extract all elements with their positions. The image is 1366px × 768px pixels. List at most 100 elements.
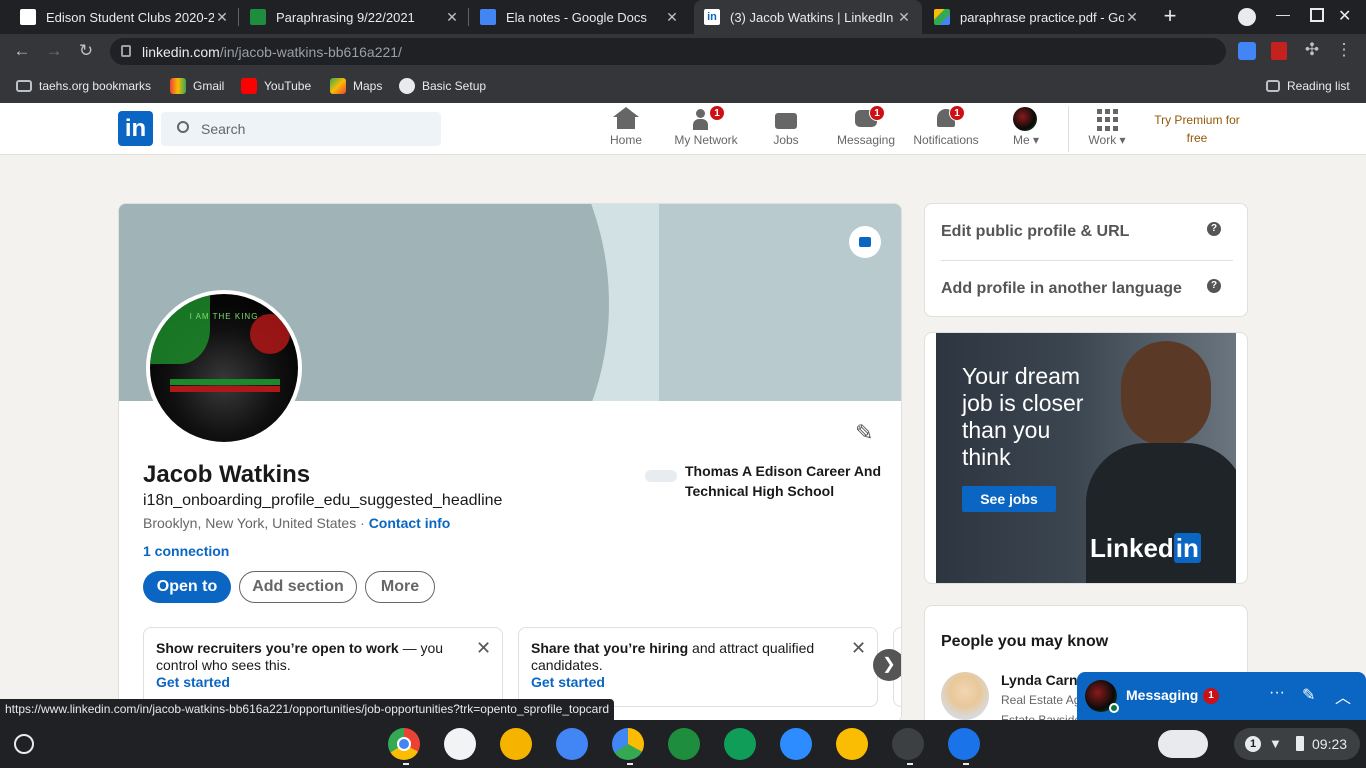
- tab-linkedin[interactable]: in (3) Jacob Watkins | LinkedIn ✕: [694, 0, 922, 34]
- nav-messaging[interactable]: 1 Messaging: [834, 103, 898, 155]
- clock: 09:23: [1312, 736, 1348, 752]
- running-indicator: [403, 763, 409, 765]
- sheets-app-icon[interactable]: [724, 728, 756, 760]
- tab-ela-notes[interactable]: Ela notes - Google Docs ✕: [470, 0, 690, 34]
- maximize-icon[interactable]: [1310, 8, 1324, 22]
- nav-me[interactable]: Me ▾: [1006, 103, 1046, 155]
- see-jobs-button[interactable]: See jobs: [962, 486, 1056, 512]
- tab-search-icon[interactable]: [1238, 8, 1256, 26]
- home-icon: [613, 107, 639, 131]
- terminal-app-icon[interactable]: [892, 728, 924, 760]
- launcher-icon[interactable]: [14, 734, 34, 754]
- online-status-dot: [1109, 703, 1119, 713]
- linkedin-favicon-icon: in: [704, 9, 720, 25]
- compose-icon[interactable]: ✎: [1302, 685, 1315, 705]
- close-window-icon[interactable]: ✕: [1338, 6, 1351, 26]
- bookmark-taehs[interactable]: taehs.org bookmarks: [16, 76, 151, 96]
- close-tab-icon[interactable]: ✕: [1124, 9, 1140, 26]
- profile-name: Jacob Watkins: [143, 461, 311, 488]
- add-section-button[interactable]: Add section: [239, 571, 357, 603]
- help-question-icon[interactable]: ?: [1207, 279, 1221, 293]
- url-text[interactable]: linkedin.com/in/jacob-watkins-bb616a221/: [142, 44, 402, 60]
- more-options-icon[interactable]: ···: [1269, 684, 1285, 702]
- open-to-work-card: Show recruiters you’re open to work — yo…: [143, 627, 503, 707]
- nav-notifications[interactable]: 1 Notifications: [908, 103, 984, 155]
- ad-image[interactable]: Your dream job is closer than you think See…: [936, 333, 1236, 583]
- messaging-overlay[interactable]: Messaging 1 ··· ✎ ︿: [1077, 672, 1366, 720]
- edit-banner-camera-icon[interactable]: [849, 226, 881, 258]
- drive-app-icon[interactable]: [612, 728, 644, 760]
- reading-list-icon: [1266, 80, 1280, 92]
- profile-location-row: Brooklyn, New York, United States · Cont…: [143, 515, 451, 531]
- bookmark-youtube[interactable]: YouTube: [241, 76, 311, 96]
- bookmark-gmail[interactable]: Gmail: [170, 76, 224, 96]
- close-tab-icon[interactable]: ✕: [214, 9, 230, 26]
- nav-home[interactable]: Home: [598, 103, 654, 155]
- docs-app-icon[interactable]: [556, 728, 588, 760]
- extension-app-icon[interactable]: [444, 728, 476, 760]
- maps-icon: [330, 78, 346, 94]
- edison-favicon-icon: [20, 9, 36, 25]
- youtube-icon: [241, 78, 257, 94]
- slides-app-icon[interactable]: [500, 728, 532, 760]
- network-badge: 1: [709, 105, 725, 121]
- add-language-profile-link[interactable]: Add profile in another language: [941, 280, 1182, 298]
- nav-my-network[interactable]: 1 My Network: [672, 103, 740, 155]
- get-started-link[interactable]: Get started: [156, 674, 230, 690]
- nav-work[interactable]: Work ▾: [1082, 103, 1132, 155]
- tab-paraphrasing[interactable]: Paraphrasing 9/22/2021 ✕: [240, 0, 470, 34]
- forward-arrow-icon[interactable]: →: [42, 41, 66, 61]
- zoom-app-icon[interactable]: [780, 728, 812, 760]
- translate-extension-icon[interactable]: [1238, 42, 1256, 60]
- tab-edison-clubs[interactable]: Edison Student Clubs 2020-20 ✕: [10, 0, 240, 34]
- get-started-link[interactable]: Get started: [531, 674, 605, 690]
- minimize-icon[interactable]: —: [1276, 6, 1296, 22]
- drive-favicon-icon: [934, 9, 950, 25]
- chrome-app-icon[interactable]: [388, 728, 420, 760]
- extensions-puzzle-icon[interactable]: ✣: [1300, 40, 1324, 60]
- linkedin-ad-logo: Linkedin: [1090, 533, 1201, 563]
- try-premium-link[interactable]: Try Premium for free: [1146, 111, 1248, 147]
- close-tab-icon[interactable]: ✕: [896, 9, 912, 26]
- contact-info-link[interactable]: Contact info: [369, 515, 451, 531]
- bookmark-maps[interactable]: Maps: [330, 76, 382, 96]
- carousel-next-icon[interactable]: ❯: [873, 649, 901, 681]
- reading-list-button[interactable]: Reading list: [1266, 76, 1350, 96]
- bell-icon: 1: [933, 105, 965, 131]
- reload-icon[interactable]: ↻: [74, 41, 98, 61]
- open-to-button[interactable]: Open to: [143, 571, 231, 603]
- chevron-up-icon[interactable]: ︿: [1335, 684, 1351, 708]
- battery-icon: [1296, 736, 1304, 751]
- back-arrow-icon[interactable]: ←: [10, 41, 34, 61]
- more-button[interactable]: More: [365, 571, 435, 603]
- chevron-down-icon: ▾: [1032, 133, 1040, 147]
- status-tray[interactable]: 1 ▼ 09:23: [1234, 728, 1360, 760]
- connections-link[interactable]: 1 connection: [143, 543, 229, 559]
- tote-holding-space[interactable]: [1158, 730, 1208, 758]
- dismiss-close-icon[interactable]: ✕: [851, 638, 866, 659]
- help-question-icon[interactable]: ?: [1207, 222, 1221, 236]
- ad-card: Your dream job is closer than you think See…: [924, 332, 1248, 584]
- keep-app-icon[interactable]: [836, 728, 868, 760]
- new-tab-icon[interactable]: +: [1158, 4, 1182, 28]
- close-tab-icon[interactable]: ✕: [444, 9, 460, 26]
- close-tab-icon[interactable]: ✕: [664, 9, 680, 26]
- person-avatar[interactable]: [941, 672, 989, 720]
- edit-pencil-icon[interactable]: ✎: [855, 420, 877, 445]
- education-link[interactable]: Thomas A Edison Career And Technical Hig…: [685, 461, 885, 501]
- bookmark-basic-setup[interactable]: Basic Setup: [399, 76, 486, 96]
- bookmark-extension-icon[interactable]: [1271, 42, 1287, 60]
- linkedin-logo[interactable]: in: [118, 111, 153, 146]
- files-app-icon[interactable]: [948, 728, 980, 760]
- running-indicator: [907, 763, 913, 765]
- lock-icon[interactable]: [121, 45, 131, 57]
- profile-avatar[interactable]: I AM THE KING: [146, 290, 302, 446]
- tab-paraphrase-pdf[interactable]: paraphrase practice.pdf - Goo ✕: [924, 0, 1150, 34]
- nav-jobs[interactable]: Jobs: [766, 103, 806, 155]
- classroom-app-icon[interactable]: [668, 728, 700, 760]
- search-input[interactable]: Search: [161, 112, 441, 146]
- dismiss-close-icon[interactable]: ✕: [476, 638, 491, 659]
- person-name[interactable]: Lynda Carne: [1001, 672, 1085, 688]
- edit-public-profile-link[interactable]: Edit public profile & URL: [941, 223, 1129, 241]
- chrome-menu-icon[interactable]: ⋮: [1332, 40, 1356, 60]
